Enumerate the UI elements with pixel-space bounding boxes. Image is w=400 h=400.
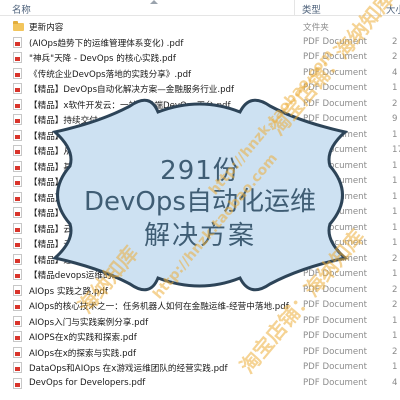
file-name: AIOps的核心技术之一：任务机器人如何在金融运维-经营中落地.pdf xyxy=(29,302,289,312)
banner-title-text: DevOps自动化运维 xyxy=(84,187,316,217)
pdf-icon xyxy=(13,377,24,389)
file-type: PDF Document xyxy=(303,129,367,140)
file-size: 2 xyxy=(392,284,398,295)
file-size: 1 xyxy=(392,315,398,326)
file-size: 1 xyxy=(392,176,398,186)
pdf-icon xyxy=(13,191,24,203)
file-row[interactable]: AIOps入门与实践案例分享.pdf PDF Document 1 xyxy=(0,314,400,330)
file-type: PDF Document xyxy=(303,331,367,341)
file-name: "神兵"天降 - DevOps 的核心实践.pdf xyxy=(29,54,176,64)
file-row[interactable]: 【精品】x软件开发云：一站式云端DevOps平台.pdf PDF Document… xyxy=(0,97,400,113)
file-type: PDF Document xyxy=(303,346,367,357)
file-size: 1 xyxy=(392,331,398,341)
column-divider[interactable] xyxy=(294,0,295,15)
pdf-icon xyxy=(13,269,24,280)
pdf-icon xyxy=(13,160,24,172)
file-type: PDF Document xyxy=(303,114,367,124)
file-size: 2 xyxy=(392,346,398,357)
file-size: 17 xyxy=(392,145,400,155)
pdf-icon xyxy=(13,346,24,358)
file-type: PDF Document xyxy=(303,362,367,372)
file-name: 【精品】DevOps自动化解决方案—金融服务行业.pdf xyxy=(29,85,235,95)
file-row[interactable]: AIOps 实践之路.pdf PDF Document 2 xyxy=(0,283,400,299)
file-size: 2 xyxy=(392,98,398,109)
file-row[interactable]: AIOPS在x的实践和探索.pdf PDF Document 1 xyxy=(0,329,400,345)
file-size: 1 xyxy=(392,160,398,171)
file-name: DevOps for Developers.pdf xyxy=(29,377,146,388)
folder-icon xyxy=(13,21,24,32)
file-name: (AIOps趋势下的运维管理体系变化) .pdf xyxy=(29,38,184,49)
file-name: 【精品】持续交付：高效率和高质量可以兼得.pdf xyxy=(29,116,218,126)
file-row[interactable]: 【精品】持续交付与DevOps.pdf PDF Document 1 xyxy=(0,128,400,144)
pdf-icon xyxy=(13,362,24,373)
file-size: 1 xyxy=(392,191,398,202)
file-size: 1 xyxy=(392,207,398,217)
file-size: 1 xyxy=(392,83,398,93)
pdf-icon xyxy=(13,315,24,327)
file-size: 2 xyxy=(392,253,398,264)
file-type: PDF Document xyxy=(303,377,367,388)
pdf-icon xyxy=(13,114,24,125)
file-name: 《传统企业DevOps落地的实践分享》.pdf xyxy=(29,69,192,80)
pdf-icon xyxy=(13,36,24,48)
file-name: DataOps和AIOps 在x游戏运维团队的经营实践.pdf xyxy=(29,364,228,374)
pdf-icon xyxy=(13,145,24,156)
pdf-icon xyxy=(13,176,24,187)
pdf-icon xyxy=(13,331,24,342)
file-size: 1 xyxy=(392,222,398,233)
pdf-icon xyxy=(13,253,24,265)
pdf-icon xyxy=(13,52,24,63)
file-name: 【精品】x软件开发云：一站式云端DevOps平台.pdf xyxy=(29,100,231,111)
file-size: 4 xyxy=(392,67,398,78)
pdf-icon xyxy=(13,98,24,110)
column-header-name[interactable]: 名称 xyxy=(12,2,31,16)
file-size: 2 xyxy=(392,300,398,310)
pdf-icon xyxy=(13,222,24,234)
file-row[interactable]: 【精品】DevOps自动化解决方案—金融服务行业.pdf PDF Document… xyxy=(0,81,400,97)
column-header-bar: 名称 类型 大小 xyxy=(0,0,400,16)
file-size: 9 xyxy=(392,114,398,124)
file-name: AIOps入门与实践案例分享.pdf xyxy=(29,317,149,328)
file-name: 更新内容 xyxy=(29,23,64,33)
file-row[interactable]: DevOps for Developers.pdf PDF Document 4 xyxy=(0,376,400,392)
pdf-icon xyxy=(13,238,24,249)
file-name: 【精品】持续交付与DevOps.pdf xyxy=(29,131,157,142)
file-size: 1 xyxy=(392,238,398,248)
pdf-icon xyxy=(13,207,24,218)
file-name: 【精品】 xyxy=(29,178,64,188)
file-name: AIOps在x的探索与实践.pdf xyxy=(29,348,137,359)
column-header-type[interactable]: 类型 xyxy=(302,2,321,16)
file-row[interactable]: AIOps在x的探索与实践.pdf PDF Document 2 xyxy=(0,345,400,361)
pdf-icon xyxy=(13,300,24,311)
file-size: 1 xyxy=(392,269,398,279)
file-type: 文件夹 xyxy=(303,23,329,33)
file-name: 【精品】 xyxy=(29,193,64,204)
file-name: AIOPS在x的实践和探索.pdf xyxy=(29,333,137,343)
file-row[interactable]: DataOps和AIOps 在x游戏运维团队的经营实践.pdf PDF Docum… xyxy=(0,360,400,376)
file-size: 1 xyxy=(392,362,398,372)
file-size: 1 xyxy=(392,129,398,140)
sort-ascending-icon xyxy=(150,0,158,4)
pdf-icon xyxy=(13,284,24,296)
pdf-icon xyxy=(13,67,24,79)
file-size: 2 xyxy=(392,52,398,62)
file-size: 2 xyxy=(392,36,398,47)
pdf-icon xyxy=(13,129,24,141)
file-size: 4 xyxy=(392,377,398,388)
pdf-icon xyxy=(13,83,24,94)
file-row[interactable]: AIOps的核心技术之一：任务机器人如何在金融运维-经营中落地.pdf PDF D… xyxy=(0,298,400,314)
file-type: PDF Document xyxy=(303,315,367,326)
file-row[interactable]: 【精品】持续交付：高效率和高质量可以兼得.pdf PDF Document 9 xyxy=(0,112,400,128)
